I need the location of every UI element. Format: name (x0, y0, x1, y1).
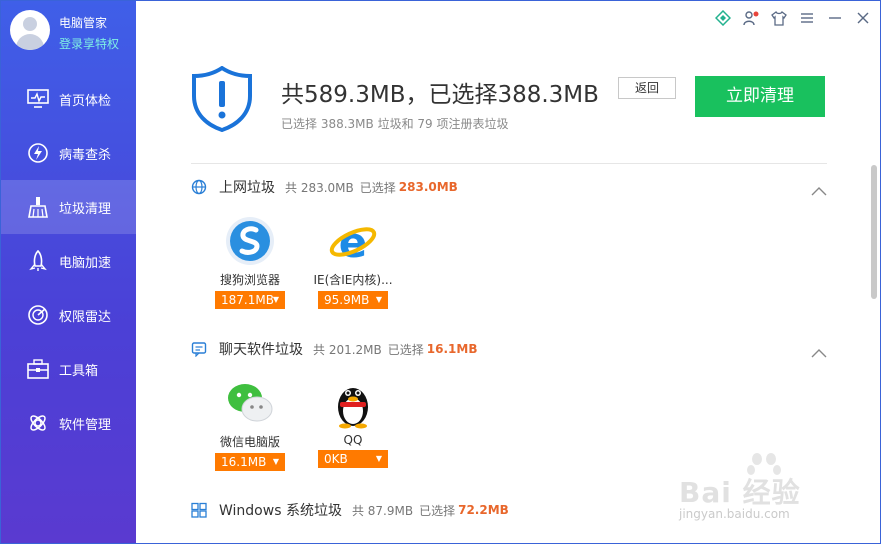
sogou-browser-icon (224, 215, 276, 267)
back-button[interactable]: 返回 (618, 77, 676, 99)
section-title: 上网垃圾 (219, 180, 275, 196)
section-selected-label: 已选择 (419, 503, 456, 518)
clean-now-button[interactable]: 立即清理 (695, 76, 825, 117)
sidebar-item-pc-speedup[interactable]: 电脑加速 (1, 234, 136, 288)
caret-down-icon: ▼ (272, 295, 279, 304)
sidebar-item-label: 软件管理 (59, 417, 112, 433)
section-header-web-junk[interactable]: 上网垃圾 共 283.0MB 已选择 283.0MB (191, 176, 458, 198)
size-value: 16.1MB (221, 455, 267, 469)
wechat-icon (224, 377, 276, 429)
watermark-text: Bai 经验 (679, 476, 801, 509)
scrollbar[interactable] (870, 163, 878, 543)
caret-down-icon: ▼ (375, 454, 382, 463)
chat-icon (191, 341, 207, 357)
shirt-icon[interactable] (770, 9, 788, 27)
scrollbar-thumb[interactable] (871, 165, 877, 299)
close-icon[interactable] (854, 9, 872, 27)
sidebar-item-software-manager[interactable]: 软件管理 (1, 396, 136, 450)
section-selected-value: 72.2MB (458, 503, 509, 517)
size-value: 0KB (324, 452, 348, 466)
app-name: IE(含IE内核)... (313, 273, 393, 287)
minimize-icon[interactable] (826, 9, 844, 27)
sidebar-nav: 首页体检 病毒查杀 垃圾清理 电脑加速 权限雷达 工具箱 软件管理 (1, 72, 136, 450)
sidebar-item-label: 病毒查杀 (59, 147, 112, 163)
size-dropdown[interactable]: 187.1MB ▼ (215, 291, 285, 309)
section-total: 共 283.0MB (285, 180, 354, 195)
sidebar-item-label: 首页体检 (59, 93, 112, 109)
broom-icon (26, 195, 50, 219)
section-total: 共 87.9MB (351, 503, 414, 518)
sidebar-item-permission-radar[interactable]: 权限雷达 (1, 288, 136, 342)
section-selected-value: 16.1MB (426, 342, 478, 356)
section-selected-label: 已选择 (387, 342, 424, 357)
sidebar-item-label: 工具箱 (59, 363, 99, 379)
size-dropdown[interactable]: 16.1MB ▼ (215, 453, 285, 471)
size-value: 95.9MB (324, 293, 370, 307)
qq-penguin-icon (327, 377, 379, 429)
divider (191, 163, 827, 164)
shield-alert-icon (191, 65, 253, 133)
lightning-shield-icon (26, 141, 50, 165)
sidebar-item-label: 垃圾清理 (59, 201, 112, 217)
caret-down-icon: ▼ (272, 457, 279, 466)
watermark-url: jingyan.baidu.com (679, 507, 790, 521)
chevron-up-icon[interactable] (810, 182, 828, 196)
section-selected-label: 已选择 (359, 180, 396, 195)
app-name: 微信电脑版 (219, 435, 280, 449)
sidebar-item-junk-clean[interactable]: 垃圾清理 (1, 180, 136, 234)
section-title: Windows 系统垃圾 (219, 503, 342, 519)
sidebar: 电脑管家 登录享特权 首页体检 病毒查杀 垃圾清理 电脑加速 权限雷达 工具箱 … (1, 1, 136, 543)
section-header-windows-junk[interactable]: Windows 系统垃圾 共 87.9MB 已选择 72.2MB (191, 499, 509, 521)
sidebar-item-home-checkup[interactable]: 首页体检 (1, 72, 136, 126)
chevron-up-icon[interactable] (810, 344, 828, 358)
windows-icon (191, 502, 207, 518)
ie-browser-icon: e (327, 215, 379, 267)
size-dropdown[interactable]: 0KB ▼ (318, 450, 388, 468)
monitor-icon (26, 87, 50, 111)
section-header-chat-junk[interactable]: 聊天软件垃圾 共 201.2MB 已选择 16.1MB (191, 338, 477, 360)
sidebar-item-label: 权限雷达 (59, 309, 112, 325)
sidebar-item-toolbox[interactable]: 工具箱 (1, 342, 136, 396)
section-total: 共 201.2MB (313, 342, 382, 357)
svg-text:e: e (339, 218, 368, 267)
section-selected-value: 283.0MB (398, 180, 458, 194)
avatar[interactable] (10, 10, 50, 50)
junk-app-item[interactable]: 搜狗浏览器 187.1MB ▼ (205, 215, 295, 309)
login-link[interactable]: 登录享特权 (59, 35, 119, 52)
sidebar-item-label: 电脑加速 (59, 255, 112, 271)
app-name: 电脑管家 (59, 16, 108, 30)
user-settings-icon[interactable] (742, 9, 760, 27)
sidebar-item-virus-scan[interactable]: 病毒查杀 (1, 126, 136, 180)
size-dropdown[interactable]: 95.9MB ▼ (318, 291, 388, 309)
app-name: QQ (343, 433, 363, 447)
diamond-icon[interactable] (714, 9, 732, 27)
junk-app-item[interactable]: QQ 0KB ▼ (308, 377, 398, 468)
junk-app-item[interactable]: e IE(含IE内核)... 95.9MB ▼ (308, 215, 398, 309)
summary-subline: 已选择 388.3MB 垃圾和 79 项注册表垃圾 (281, 117, 509, 131)
junk-app-item[interactable]: 微信电脑版 16.1MB ▼ (205, 377, 295, 471)
rocket-icon (26, 249, 50, 273)
summary-headline: 共589.3MB，已选择388.3MB (281, 82, 599, 108)
radar-icon (26, 303, 50, 327)
apps-icon (26, 411, 50, 435)
caret-down-icon: ▼ (375, 295, 382, 304)
size-value: 187.1MB (221, 293, 274, 307)
section-title: 聊天软件垃圾 (219, 342, 303, 358)
menu-icon[interactable] (798, 9, 816, 27)
app-window: 电脑管家 登录享特权 首页体检 病毒查杀 垃圾清理 电脑加速 权限雷达 工具箱 … (0, 0, 881, 544)
toolbox-icon (26, 357, 50, 381)
app-name: 搜狗浏览器 (219, 273, 280, 287)
titlebar-controls (714, 9, 872, 27)
globe-icon (191, 179, 207, 195)
